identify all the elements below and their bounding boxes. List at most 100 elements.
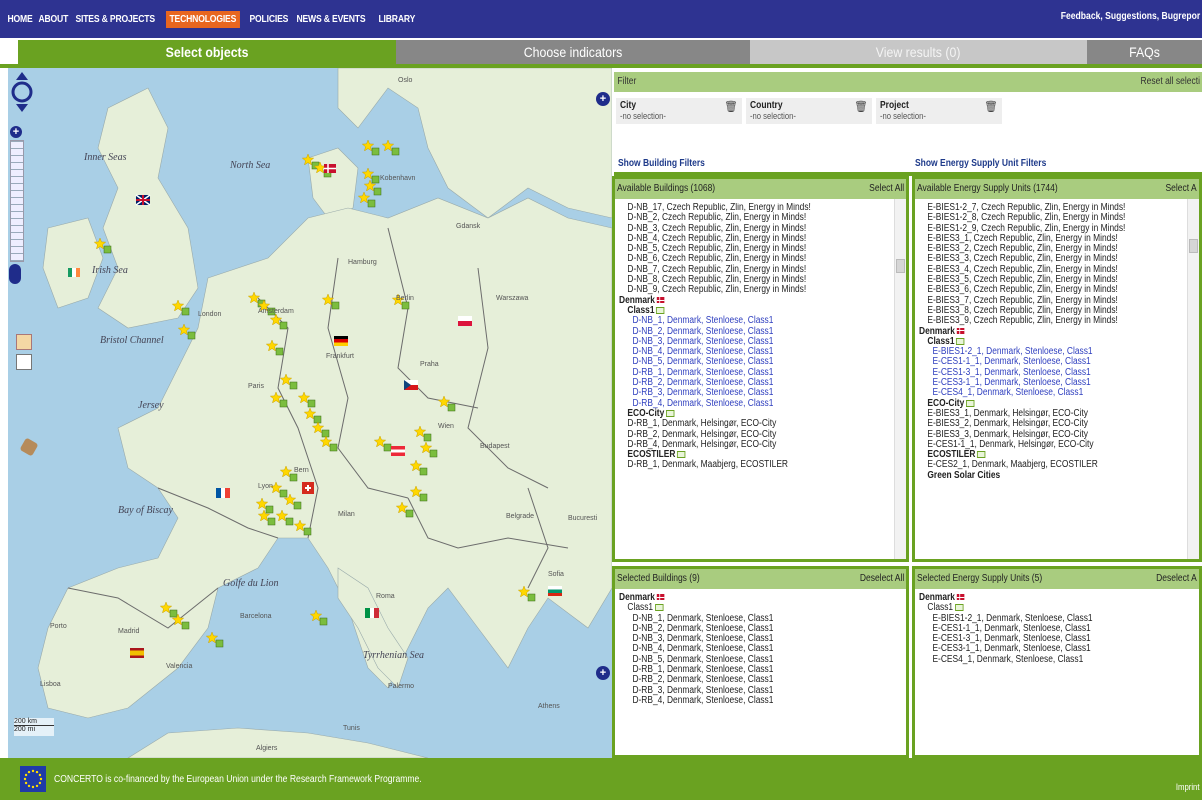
list-item-label: E-BIES3_9, Czech Republic, Zlin, Energy … <box>927 315 1118 327</box>
country-filter[interactable]: Country -no selection- 🗑 <box>746 98 872 124</box>
map-label-gdansk: Gdansk <box>456 223 481 230</box>
reset-all-selections-button[interactable]: Reset all selecti <box>1140 72 1200 92</box>
project-marker-icon[interactable] <box>331 301 340 310</box>
hand-tool-icon[interactable] <box>16 334 32 350</box>
city-filter[interactable]: City -no selection- 🗑 <box>616 98 742 124</box>
project-marker-icon[interactable] <box>289 381 298 390</box>
map-label-north-sea: North Sea <box>229 160 270 171</box>
project-marker-icon[interactable] <box>429 449 438 458</box>
tab-faqs[interactable]: FAQs <box>1087 40 1202 64</box>
filter-section: Filter Reset all selecti City -no select… <box>614 68 1202 172</box>
europe-map[interactable]: North Sea Bay of Biscay Golfe du Lion Ty… <box>8 68 612 758</box>
project-marker-icon[interactable] <box>371 175 380 184</box>
list-item[interactable]: Green Solar Cities <box>919 470 1142 481</box>
map-label-berlin: Berlin <box>396 295 414 302</box>
project-marker-icon[interactable] <box>383 443 392 452</box>
nav-item-policies[interactable]: POLICIES <box>246 11 292 28</box>
expand-map-button[interactable]: + <box>596 92 610 106</box>
project-marker-icon[interactable] <box>275 347 284 356</box>
map-label-bristol-channel: Bristol Channel <box>100 335 164 346</box>
project-marker-icon[interactable] <box>285 517 294 526</box>
nav-item-news-events[interactable]: NEWS & EVENTS <box>293 11 369 28</box>
project-marker-icon[interactable] <box>279 321 288 330</box>
nav-item-sites-projects[interactable]: SITES & PROJECTS <box>72 11 158 28</box>
map-label-athens: Athens <box>538 703 560 710</box>
imprint-link[interactable]: Imprint <box>1176 782 1200 792</box>
trash-icon[interactable]: 🗑 <box>984 100 998 113</box>
eu-star-icon <box>39 777 43 781</box>
project-marker-icon[interactable] <box>391 147 400 156</box>
scrollbar[interactable] <box>1187 199 1199 559</box>
project-marker-icon[interactable] <box>321 429 330 438</box>
nav-item-library[interactable]: LIBRARY <box>375 11 419 28</box>
project-marker-icon[interactable] <box>303 527 312 536</box>
deselect-all-buildings-button[interactable]: Deselect All <box>860 569 904 589</box>
project-marker-icon[interactable] <box>447 403 456 412</box>
select-all-units-button[interactable]: Select A <box>1166 179 1197 199</box>
zoom-slider[interactable] <box>10 140 24 262</box>
project-marker-icon[interactable] <box>419 467 428 476</box>
selected-buildings-header: Selected Buildings (9) Deselect All <box>615 569 906 589</box>
tab-choose-indicators[interactable]: Choose indicators <box>396 40 750 64</box>
project-marker-icon[interactable] <box>313 415 322 424</box>
pan-control[interactable] <box>11 70 33 120</box>
project-marker-icon[interactable] <box>367 199 376 208</box>
project-marker-icon[interactable] <box>187 331 196 340</box>
project-marker-icon[interactable] <box>419 493 428 502</box>
trash-icon[interactable]: 🗑 <box>724 100 738 113</box>
show-building-filters-link[interactable]: Show Building Filters <box>618 158 705 169</box>
select-all-buildings-button[interactable]: Select All <box>869 179 904 199</box>
expand-map-bottom-button[interactable]: + <box>596 666 610 680</box>
project-marker-icon[interactable] <box>267 517 276 526</box>
project-marker-icon[interactable] <box>527 593 536 602</box>
map-label-inner-seas: Inner Seas <box>83 152 127 163</box>
selected-units-panel: Selected Energy Supply Units (5) Deselec… <box>912 566 1202 758</box>
project-marker-icon[interactable] <box>181 621 190 630</box>
eu-star-icon <box>31 769 35 773</box>
nav-item-home[interactable]: HOME <box>4 11 36 28</box>
project-marker-icon[interactable] <box>103 245 112 254</box>
project-marker-icon[interactable] <box>371 147 380 156</box>
project-logo-icon <box>656 306 665 314</box>
project-marker-icon[interactable] <box>373 187 382 196</box>
zoom-box-icon[interactable] <box>16 354 32 370</box>
project-marker-icon[interactable] <box>169 609 178 618</box>
tab-select-objects[interactable]: Select objects <box>18 40 396 64</box>
feedback-link[interactable]: Feedback, Suggestions, Bugrepor <box>1060 11 1200 22</box>
project-marker-icon[interactable] <box>401 301 410 310</box>
scrollbar[interactable] <box>894 199 906 559</box>
deselect-all-units-button[interactable]: Deselect A <box>1156 569 1197 589</box>
trash-icon[interactable]: 🗑 <box>854 100 868 113</box>
list-item[interactable]: E-CES4_1, Denmark, Stenloese, Class1 <box>919 653 1142 665</box>
show-energy-filters-link[interactable]: Show Energy Supply Unit Filters <box>915 158 1046 169</box>
map-label-lyon: Lyon <box>258 483 273 490</box>
project-marker-icon[interactable] <box>307 399 316 408</box>
map-canvas[interactable]: North Sea Bay of Biscay Golfe du Lion Ty… <box>8 68 612 758</box>
denmark-flag-icon <box>956 594 965 601</box>
project-marker-icon[interactable] <box>329 443 338 452</box>
project-marker-icon[interactable] <box>279 399 288 408</box>
project-marker-icon[interactable] <box>319 617 328 626</box>
map-label-algiers: Algiers <box>256 745 278 752</box>
list-item[interactable]: D-RB_1, Denmark, Maabjerg, ECOSTILER <box>619 460 848 470</box>
project-marker-icon[interactable] <box>279 489 288 498</box>
nav-item-about[interactable]: ABOUT <box>35 11 72 28</box>
list-item[interactable]: D-RB_4, Denmark, Stenloese, Class1 <box>619 695 848 706</box>
project-marker-icon[interactable] <box>405 509 414 518</box>
project-marker-icon[interactable] <box>215 639 224 648</box>
available-units-header: Available Energy Supply Units (1744) Sel… <box>915 179 1199 199</box>
nav-item-technologies[interactable]: TECHNOLOGIES <box>166 11 240 28</box>
zoom-slider-handle[interactable] <box>9 264 21 284</box>
map-label-amsterdam: Amsterdam <box>258 308 294 315</box>
project-marker-icon[interactable] <box>293 501 302 510</box>
zoom-in-button[interactable]: + <box>10 126 22 138</box>
project-marker-icon[interactable] <box>181 307 190 316</box>
project-marker-icon[interactable] <box>265 505 274 514</box>
available-units-panel: Available Energy Supply Units (1744) Sel… <box>912 176 1202 562</box>
project-marker-icon[interactable] <box>289 473 298 482</box>
project-marker-icon[interactable] <box>423 433 432 442</box>
project-filter[interactable]: Project -no selection- 🗑 <box>876 98 1002 124</box>
list-item-label: E-CES4_1, Denmark, Stenloese, Class1 <box>932 653 1084 665</box>
top-navigation: HOME ABOUT SITES & PROJECTS TECHNOLOGIES POL… <box>0 0 1202 38</box>
tab-view-results[interactable]: View results (0) <box>750 40 1087 64</box>
